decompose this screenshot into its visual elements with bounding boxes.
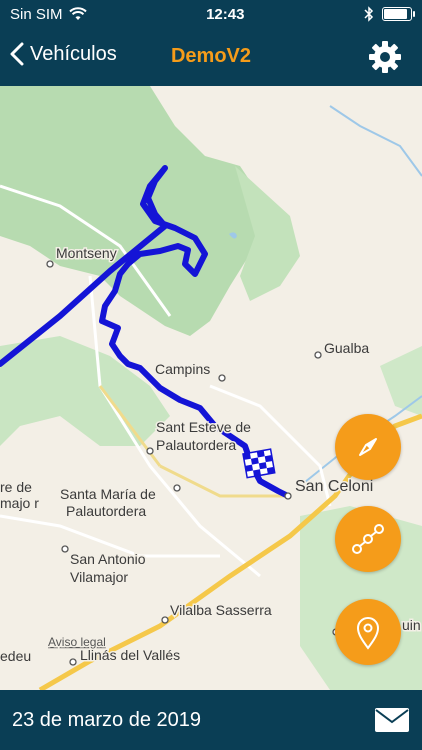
battery-icon <box>381 7 415 21</box>
place-label: Llinás del Vallés <box>80 647 180 663</box>
place-label: San Antonio <box>70 551 146 567</box>
back-button[interactable]: Vehículos <box>10 42 117 66</box>
chevron-left-icon <box>10 42 24 66</box>
place-label: Montseny <box>56 245 117 261</box>
bottom-bar: 23 de marzo de 2019 <box>0 690 422 750</box>
place-label: Vilamajor <box>70 569 128 585</box>
place-label: Santa María de <box>60 486 156 502</box>
route-button[interactable] <box>335 506 401 572</box>
place-label: Sant Esteve de <box>156 419 251 435</box>
place-label: San Celoni <box>295 478 373 495</box>
finish-flag-icon <box>242 448 276 479</box>
date-label: 23 de marzo de 2019 <box>12 708 202 731</box>
battery-level <box>383 9 408 19</box>
place-label: uin <box>402 617 421 633</box>
status-right <box>364 6 415 22</box>
top-bar: Sin SIM 12:43 Vehículos DemoV2 <box>0 0 422 86</box>
status-left: Sin SIM <box>10 6 87 23</box>
route-share-icon <box>352 524 384 554</box>
status-time: 12:43 <box>206 5 245 23</box>
place-label: edeu <box>0 648 31 664</box>
map-pin-icon <box>356 617 380 650</box>
gear-icon[interactable] <box>368 40 402 74</box>
status-bar: Sin SIM 12:43 <box>0 0 422 28</box>
back-label: Vehículos <box>30 42 117 65</box>
bluetooth-icon <box>364 6 374 22</box>
place-label: Campins <box>155 361 210 377</box>
place-label: Vilalba Sasserra <box>170 602 272 618</box>
place-label: Gualba <box>324 340 369 356</box>
compass-icon <box>359 438 377 456</box>
compass-button[interactable] <box>335 414 401 480</box>
wifi-icon <box>68 7 87 20</box>
map-view[interactable]: Montseny Gualba Campins Sant Esteve de P… <box>0 86 422 690</box>
location-button[interactable] <box>335 599 401 665</box>
place-label: Palautordera <box>66 503 146 519</box>
place-label: re de <box>0 479 32 495</box>
place-label: Palautordera <box>156 437 236 453</box>
place-label: majo r <box>0 495 39 511</box>
nav-bar: Vehículos DemoV2 <box>0 28 422 86</box>
mail-icon[interactable] <box>374 707 410 733</box>
carrier-label: Sin SIM <box>10 5 63 23</box>
